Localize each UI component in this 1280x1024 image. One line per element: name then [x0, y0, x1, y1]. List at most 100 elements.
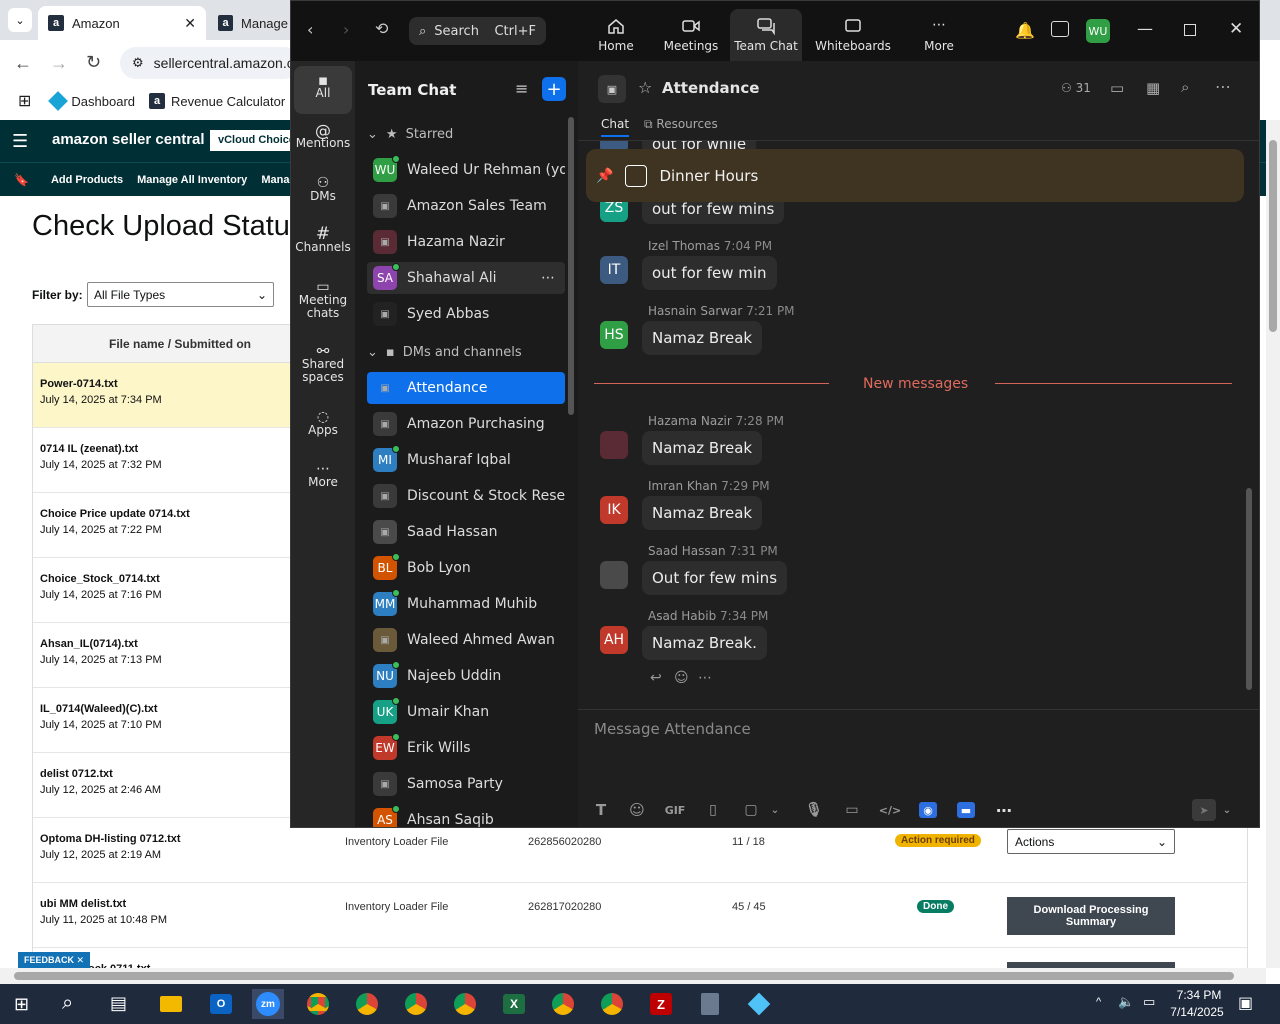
tray-chevron-icon[interactable]: ^ — [1096, 996, 1101, 1008]
conversation-item[interactable]: ▣ Syed Abbas — [367, 298, 565, 330]
file-explorer-icon[interactable] — [155, 989, 187, 1019]
zoom-app-icon[interactable]: ▬ — [957, 802, 975, 818]
conversation-item[interactable]: UK Umair Khan — [367, 696, 565, 728]
conversation-item[interactable]: NU Najeeb Uddin — [367, 660, 565, 692]
reload-icon[interactable]: ↻ — [86, 52, 101, 73]
bookmark-icon[interactable]: 🔖 — [14, 173, 29, 187]
nav-add-products[interactable]: Add Products — [51, 174, 123, 186]
chrome-icon[interactable] — [302, 989, 334, 1019]
close-window-icon[interactable]: ✕ — [1229, 19, 1243, 39]
conversation-item[interactable]: BL Bob Lyon — [367, 552, 565, 584]
chevron-down-icon[interactable]: ⌄ — [447, 83, 456, 96]
conversation-item[interactable]: MI Musharaf Iqbal — [367, 444, 565, 476]
more-icon[interactable]: ⋯ — [698, 670, 712, 686]
conversation-item[interactable]: ▣ Hazama Nazir — [367, 226, 565, 258]
calculator-icon[interactable] — [694, 989, 726, 1019]
members-count[interactable]: ⚇ 31 — [1061, 81, 1091, 95]
avatar[interactable] — [600, 561, 628, 589]
conversation-item[interactable]: ▣ Attendance — [367, 372, 565, 404]
windows-start-icon[interactable]: ⊞ — [14, 994, 29, 1015]
nav-whiteboards[interactable]: Whiteboards — [815, 9, 891, 61]
rail-dms[interactable]: ⚇ DMs — [294, 176, 352, 203]
speaker-icon[interactable]: 🔈 — [1118, 994, 1134, 1010]
conversation-item[interactable]: SA Shahawal Ali ⋯ — [367, 262, 565, 294]
network-icon[interactable]: ▭ — [1143, 994, 1155, 1010]
clock-time[interactable]: 7:34 PM — [1171, 988, 1227, 1002]
message-sender[interactable]: Izel Thomas 7:04 PM — [648, 239, 772, 253]
rail-mentions[interactable]: @ Mentions — [294, 123, 352, 150]
message-bubble[interactable]: Out for few mins — [642, 561, 788, 595]
app-icon[interactable]: ◉ — [919, 802, 937, 818]
excel-icon[interactable]: X — [498, 989, 530, 1019]
message-sender[interactable]: Hasnain Sarwar 7:21 PM — [648, 304, 795, 318]
hamburger-menu-icon[interactable]: ☰ — [12, 131, 28, 152]
rail-more[interactable]: ⋯ More — [294, 462, 352, 489]
rail-channels[interactable]: # Channels — [294, 226, 352, 254]
star-outline-icon[interactable]: ☆ — [638, 78, 652, 97]
nav-more[interactable]: ⋯ More — [919, 9, 959, 61]
channel-name[interactable]: Attendance — [662, 79, 759, 97]
list-scrollbar[interactable] — [568, 117, 574, 415]
seller-central-logo[interactable]: amazon seller central — [52, 131, 205, 148]
message-bubble[interactable]: Namaz Break — [642, 431, 763, 465]
rail-meeting-chats[interactable]: ▭ Meeting chats — [294, 280, 352, 320]
notifications-icon[interactable]: ▣ — [1238, 993, 1253, 1013]
message-sender[interactable]: Saad Hassan 7:31 PM — [648, 544, 778, 558]
vertical-scrollbar[interactable] — [1266, 120, 1280, 968]
user-avatar[interactable]: WU — [1086, 19, 1110, 43]
message-bubble[interactable]: out for few min — [642, 256, 777, 290]
forward-arrow-icon[interactable]: → — [50, 53, 68, 74]
message-bubble[interactable]: Namaz Break. — [642, 626, 767, 660]
message-sender[interactable]: Imran Khan 7:29 PM — [648, 479, 770, 493]
chrome-icon[interactable] — [596, 989, 628, 1019]
section-dms-and-channels[interactable]: ⌄ ▪ DMs and channels — [367, 345, 522, 360]
rail-shared-spaces[interactable]: ⚯ Shared spaces — [294, 344, 352, 384]
close-icon[interactable]: ✕ — [77, 955, 85, 965]
bell-icon[interactable]: 🔔 — [1015, 21, 1035, 40]
section-starred[interactable]: ⌄ ★ Starred — [367, 127, 453, 142]
back-arrow-icon[interactable]: ‹ — [307, 20, 313, 39]
message-sender[interactable]: Asad Habib 7:34 PM — [648, 609, 768, 623]
rail-all[interactable]: ▪ All — [294, 66, 352, 114]
back-arrow-icon[interactable]: ← — [14, 53, 32, 74]
close-tab-icon[interactable]: ✕ — [184, 15, 196, 32]
conversation-item[interactable]: ▣ Amazon Purchasing — [367, 408, 565, 440]
nav-team-chat[interactable]: Team Chat — [730, 9, 802, 61]
message-input[interactable]: Message Attendance — [594, 720, 751, 738]
browser-tab-amazon[interactable]: a Amazon ✕ — [38, 6, 206, 40]
conversation-item[interactable]: AS Ahsan Saqib — [367, 804, 565, 827]
conversation-item[interactable]: ▣ Discount & Stock Reser... — [367, 480, 565, 512]
video-message-icon[interactable]: ▭ — [843, 802, 861, 818]
nav-manage-all-inventory[interactable]: Manage All Inventory — [137, 174, 247, 186]
gif-icon[interactable]: GIF — [665, 802, 686, 818]
nav-home[interactable]: Home — [591, 9, 641, 61]
tab-chat[interactable]: Chat — [601, 117, 630, 137]
task-view-icon[interactable]: ▤ — [110, 993, 127, 1014]
site-info-icon[interactable]: ⚙ — [132, 55, 144, 71]
zoom-taskbar-icon[interactable]: zm — [252, 989, 284, 1019]
emoji-reaction-icon[interactable]: ☺ — [674, 670, 689, 686]
emoji-icon[interactable]: ☺ — [628, 801, 646, 819]
conversation-item[interactable]: EW Erik Wills — [367, 732, 565, 764]
zoom-search-box[interactable]: ⌕ Search Ctrl+F — [409, 17, 546, 45]
feedback-tab[interactable]: FEEDBACK ✕ — [18, 952, 91, 969]
file-icon[interactable]: ▯ — [704, 802, 722, 818]
chrome-icon[interactable] — [400, 989, 432, 1019]
search-icon[interactable]: ⌕ — [1181, 78, 1189, 96]
calendar-icon[interactable]: ▦ — [1146, 79, 1160, 97]
code-icon[interactable]: </> — [879, 802, 901, 818]
file-type-filter-select[interactable]: All File Types ⌄ — [87, 282, 274, 307]
maximize-icon[interactable] — [1184, 24, 1196, 36]
message-sender[interactable]: Hazama Nazir 7:28 PM — [648, 414, 784, 428]
avatar[interactable]: IK — [600, 496, 628, 524]
text-format-icon[interactable]: T — [592, 801, 610, 819]
list-title[interactable]: Team Chat — [368, 81, 456, 99]
tab-resources[interactable]: ⧉ Resources — [644, 117, 718, 132]
chrome-icon[interactable] — [449, 989, 481, 1019]
chevron-down-icon[interactable]: ⌄ — [766, 802, 784, 818]
filezilla-icon[interactable]: Z — [645, 989, 677, 1019]
history-icon[interactable]: ⟲ — [375, 19, 388, 38]
conversation-item[interactable]: MM Muhammad Muhib — [367, 588, 565, 620]
download-processing-summary-button[interactable]: Download Processing Summary — [1007, 897, 1175, 935]
chevron-down-icon[interactable]: ⌄ — [1218, 802, 1236, 818]
